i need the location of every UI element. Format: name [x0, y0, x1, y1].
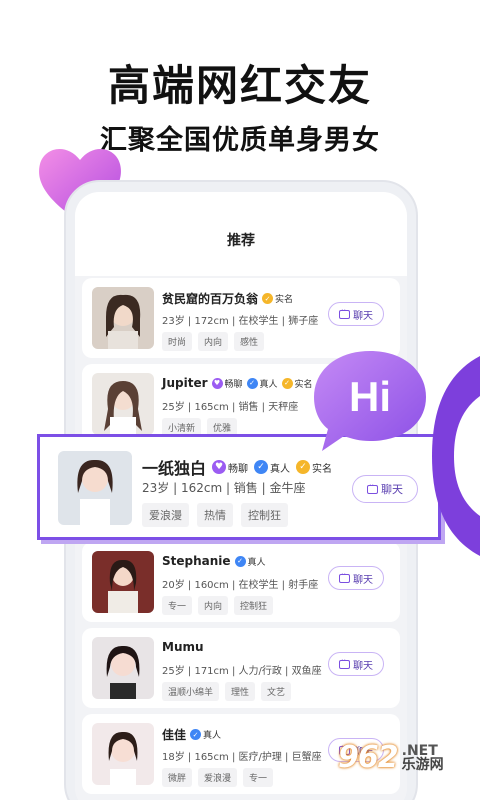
- user-info: 18岁 | 165cm | 医疗/护理 | 巨蟹座: [162, 752, 322, 763]
- verified-badge: ✓ 实名: [296, 460, 332, 475]
- tag: 爱浪漫: [142, 503, 189, 527]
- real-badge: ✓ 真人: [190, 728, 221, 741]
- user-info: 23岁 | 172cm | 在校学生 | 狮子座: [162, 316, 319, 327]
- hi-text: Hi: [349, 373, 391, 420]
- tag: 专一: [243, 768, 274, 787]
- chat-button[interactable]: 聊天: [328, 302, 384, 326]
- user-name: 佳佳: [162, 728, 187, 742]
- headline: 高端网红交友: [107, 61, 372, 110]
- check-icon: ✓: [254, 460, 269, 474]
- user-info: 23岁 | 162cm | 销售 | 金牛座: [142, 481, 306, 495]
- chat-button[interactable]: 聊天: [328, 566, 384, 590]
- user-info: 25岁 | 171cm | 人力/行政 | 双鱼座: [162, 666, 322, 677]
- user-name: 贫民窟的百万负翁: [162, 292, 259, 306]
- tag: 热情: [197, 503, 233, 527]
- tag: 控制狂: [234, 596, 274, 615]
- tag: 爱浪漫: [198, 768, 238, 787]
- watermark-number: 962: [338, 740, 399, 775]
- real-badge: ✓ 真人: [234, 555, 266, 568]
- verified-icon: ✓: [281, 377, 293, 389]
- real-badge: ✓ 真人: [254, 460, 290, 475]
- check-icon: ✓: [234, 555, 246, 567]
- chat-icon: [339, 570, 350, 583]
- user-name: Jupiter: [162, 376, 208, 390]
- list-item[interactable]: Stephanie ✓ 真人 20岁 | 160cm | 在校学生 | 射手座 专…: [82, 542, 400, 622]
- chat-badge: ♥ 畅聊: [212, 460, 248, 475]
- check-icon: ✓: [246, 377, 258, 389]
- chat-badge-icon: ♥: [212, 460, 227, 474]
- tag: 内向: [198, 332, 229, 351]
- user-info: 25岁 | 165cm | 销售 | 天秤座: [162, 402, 299, 413]
- watermark-site: 乐游网: [401, 756, 444, 773]
- chat-badge-icon: ♥: [211, 377, 223, 389]
- tag: 专一: [162, 596, 193, 615]
- avatar: [92, 373, 154, 435]
- chat-icon: [367, 481, 378, 494]
- user-name: Stephanie: [162, 554, 231, 568]
- user-info: 20岁 | 160cm | 在校学生 | 射手座: [162, 580, 319, 591]
- list-item[interactable]: Mumu 25岁 | 171cm | 人力/行政 | 双鱼座 温顺小绵羊 理性 …: [82, 628, 400, 708]
- verified-icon: ✓: [296, 460, 311, 474]
- avatar: [92, 637, 154, 699]
- tag: 感性: [234, 332, 265, 351]
- chat-icon: [339, 306, 350, 319]
- chat-icon: [339, 656, 350, 669]
- user-name: Mumu: [162, 640, 204, 654]
- hi-bubble-icon: Hi: [314, 351, 426, 451]
- user-name: 一纸独白: [142, 459, 207, 478]
- tag: 文艺: [261, 682, 292, 701]
- tag: 内向: [198, 596, 229, 615]
- tag: 温顺小绵羊: [162, 682, 220, 701]
- decorative-arc: [432, 356, 480, 556]
- avatar: [92, 287, 154, 349]
- tag: 理性: [225, 682, 256, 701]
- chat-badge: ♥ 畅聊: [211, 377, 243, 390]
- watermark: 962 .NET 乐游网: [338, 740, 444, 775]
- avatar: [58, 451, 132, 525]
- avatar: [92, 723, 154, 785]
- check-icon: ✓: [190, 729, 202, 740]
- avatar: [92, 551, 154, 613]
- verified-badge: ✓ 实名: [262, 292, 293, 305]
- tag: 时尚: [162, 332, 193, 351]
- real-badge: ✓ 真人: [246, 377, 278, 390]
- tag: 控制狂: [241, 503, 288, 527]
- watermark-net: .NET: [401, 742, 438, 759]
- verified-icon: ✓: [262, 293, 274, 304]
- page-title: 推荐: [75, 192, 407, 276]
- chat-button[interactable]: 聊天: [328, 652, 384, 676]
- tag: 微胖: [162, 768, 193, 787]
- chat-button[interactable]: 聊天: [352, 475, 418, 503]
